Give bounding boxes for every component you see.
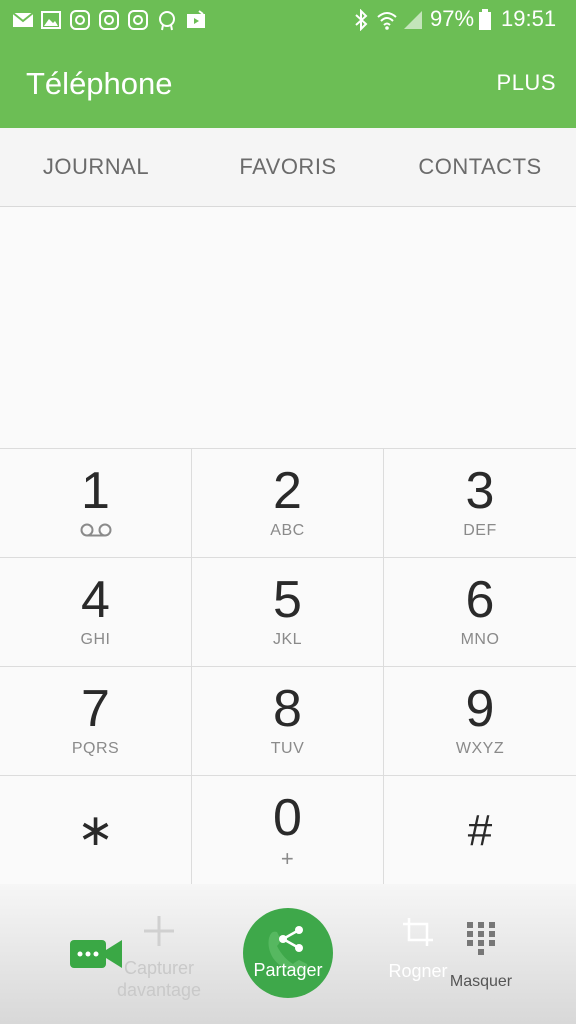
key-digit: 3 — [465, 462, 495, 520]
key-9[interactable]: 9 WXYZ — [384, 667, 576, 776]
key-4[interactable]: 4 GHI — [0, 558, 192, 667]
app-bar: Téléphone PLUS — [0, 40, 576, 128]
email-icon — [12, 12, 34, 27]
capture-more-label: Capturer davantage — [116, 958, 202, 1000]
hide-keypad-button[interactable]: Masquer — [446, 920, 516, 991]
key-symbol: ∗ — [77, 806, 114, 855]
key-digit: 8 — [273, 680, 302, 738]
bottom-action-bar: Capturer davantage Partager Rogner Masqu… — [0, 884, 576, 1024]
key-letters: ABC — [270, 522, 305, 539]
key-2[interactable]: 2 ABC — [192, 449, 384, 558]
hide-label: Masquer — [449, 973, 513, 990]
status-bar: 97% 19:51 — [0, 0, 576, 40]
key-letters: MNO — [460, 631, 500, 648]
key-digit: 9 — [465, 680, 495, 738]
battery-percent: 97% — [430, 6, 475, 31]
call-button[interactable]: Partager — [243, 908, 333, 998]
clock: 19:51 — [501, 6, 557, 31]
more-button[interactable]: PLUS — [497, 70, 556, 96]
crop-icon — [403, 918, 433, 946]
key-digit: 6 — [465, 571, 495, 629]
key-letters: TUV — [270, 740, 305, 757]
key-0[interactable]: 0 + — [192, 776, 384, 885]
key-digit: 7 — [81, 680, 110, 738]
capture-more-button[interactable]: Capturer davantage — [104, 914, 214, 1001]
tab-contacts[interactable]: CONTACTS — [384, 128, 576, 206]
key-letters: JKL — [272, 631, 303, 648]
page-title: Téléphone — [26, 66, 173, 101]
gallery-icon — [41, 11, 61, 29]
key-3[interactable]: 3 DEF — [384, 449, 576, 558]
share-label: Partager — [253, 960, 323, 980]
key-6[interactable]: 6 MNO — [384, 558, 576, 667]
key-digit: 4 — [81, 571, 110, 629]
key-1[interactable]: 1 — [0, 449, 192, 558]
key-digit: 1 — [81, 462, 110, 520]
bluetooth-icon — [355, 9, 368, 31]
number-display[interactable] — [0, 207, 576, 448]
battery-icon — [479, 9, 491, 30]
tab-journal[interactable]: JOURNAL — [0, 128, 192, 206]
key-8[interactable]: 8 TUV — [192, 667, 384, 776]
key-digit: 0 — [273, 789, 302, 847]
key-digit: 2 — [273, 462, 302, 520]
dialpad-icon — [467, 922, 495, 955]
key-hash[interactable]: # — [384, 776, 576, 885]
plus-icon — [144, 916, 174, 946]
crop-button[interactable]: Rogner — [384, 916, 452, 982]
seal-icon — [159, 11, 175, 31]
key-digit: 5 — [273, 571, 302, 629]
key-letters: PQRS — [71, 740, 120, 757]
voicemail-icon — [80, 523, 112, 537]
key-letters: WXYZ — [455, 740, 505, 757]
instagram-icon — [128, 10, 148, 30]
wifi-icon — [377, 12, 397, 30]
dial-pad: 1 2 ABC 3 DEF 4 GHI 5 JKL 6 MNO 7 PQRS 8… — [0, 448, 576, 885]
instagram-icon — [70, 10, 90, 30]
signal-icon — [404, 11, 422, 29]
instagram-icon — [99, 10, 119, 30]
key-7[interactable]: 7 PQRS — [0, 667, 192, 776]
key-star[interactable]: ∗ — [0, 776, 192, 885]
crop-label: Rogner — [388, 961, 448, 981]
key-5[interactable]: 5 JKL — [192, 558, 384, 667]
key-letters: + — [280, 846, 295, 871]
key-letters: DEF — [463, 522, 497, 539]
key-symbol: # — [467, 806, 493, 855]
video-icon — [187, 10, 205, 28]
tab-bar: JOURNAL FAVORIS CONTACTS — [0, 128, 576, 207]
key-letters: GHI — [80, 631, 111, 648]
phone-share-icon — [268, 926, 308, 972]
tab-favoris[interactable]: FAVORIS — [192, 128, 384, 206]
